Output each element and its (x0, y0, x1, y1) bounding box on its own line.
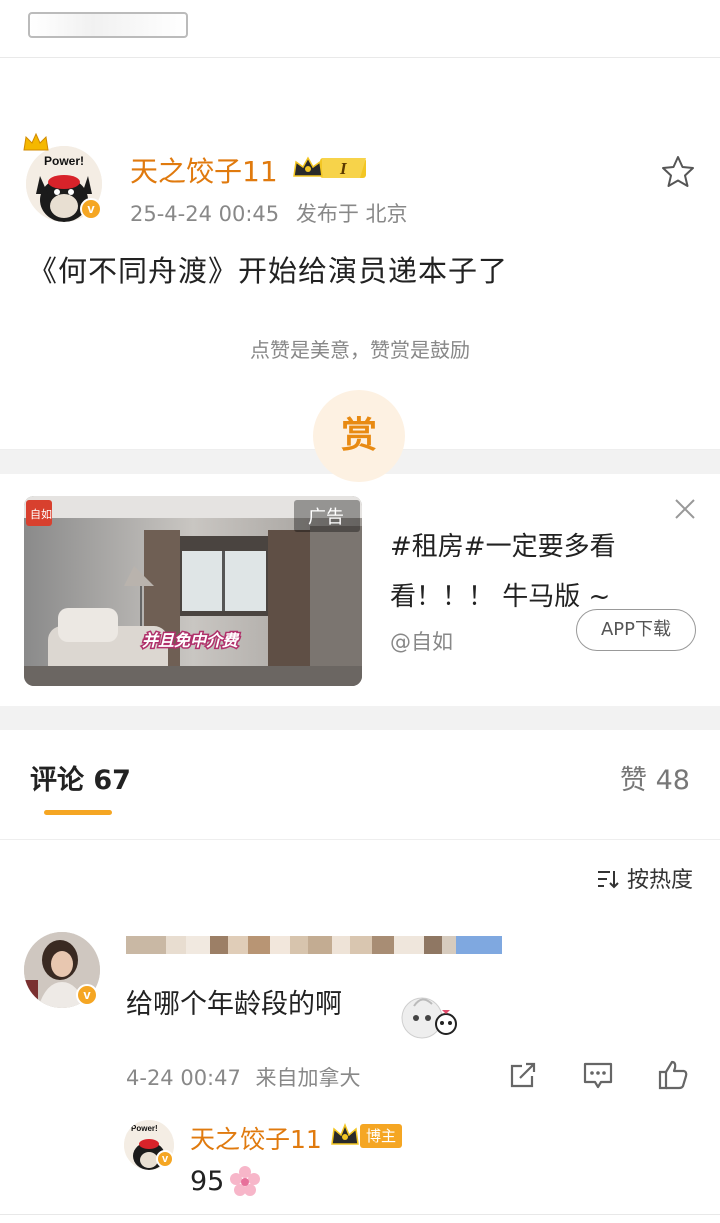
post-meta: 25-4-24 00:45 发布于 北京 (130, 198, 408, 228)
tab-active-indicator (44, 810, 112, 815)
comment-meta: 4-24 00:47 来自加拿大 (126, 1062, 361, 1092)
tab-comments[interactable]: 评论 67 (30, 758, 131, 797)
comment-timestamp: 4-24 00:47 (126, 1066, 241, 1090)
like-icon[interactable] (656, 1058, 690, 1092)
comment-text: 给哪个年龄段的啊 (126, 989, 342, 1020)
ad-title[interactable]: #租房#一定要多看看！！！ 牛马版 ~ (390, 522, 690, 622)
ad-overlay-text: 并且免中介费 (142, 631, 240, 650)
verified-badge: v (80, 198, 102, 220)
reward-hint: 点赞是美意，赞赏是鼓励 (250, 338, 470, 362)
close-icon[interactable] (674, 498, 696, 520)
reply-verified-badge: v (156, 1150, 174, 1168)
comment-icon[interactable] (581, 1058, 615, 1092)
sort-label: 按热度 (627, 868, 694, 893)
ad-thumbnail[interactable]: 自如 广告 并且免中介费 (24, 496, 362, 686)
reply-avatar-caption: Power! (131, 1124, 158, 1133)
author-avatar[interactable]: Power! v (23, 132, 106, 222)
post-card: Power! v 天之饺子11 I 25-4-24 00:45 发布于 北京 《… (0, 58, 720, 482)
reply-text: 95 (190, 1166, 225, 1197)
app-download-button[interactable]: APP下载 (576, 609, 696, 651)
commenter-verified-badge: v (76, 984, 98, 1006)
reward-button[interactable]: 赏 (313, 390, 405, 482)
avatar-caption: Power! (44, 154, 85, 168)
post-text: 《何不同舟渡》开始给演员递本子了 (28, 254, 509, 288)
post-location: 发布于 北京 (295, 202, 408, 226)
commenter-name-pixelated[interactable] (126, 932, 502, 958)
post-timestamp: 25-4-24 00:45 (130, 202, 280, 226)
star-icon[interactable] (660, 154, 696, 190)
tab-likes[interactable]: 赞 48 (620, 758, 690, 797)
section-gap (0, 706, 720, 730)
sort-toggle[interactable]: 按热度 (596, 862, 693, 894)
reply-author-name[interactable]: 天之饺子11 (190, 1120, 322, 1156)
crown-icon (331, 1122, 359, 1145)
flower-icon (230, 1166, 260, 1196)
top-bar (0, 0, 720, 58)
sticker-image (401, 997, 457, 1039)
comment-location: 来自加拿大 (255, 1066, 361, 1090)
share-icon[interactable] (506, 1058, 540, 1092)
ad-source: @自如 (390, 630, 453, 654)
ad-brand-logo: 自如 (30, 507, 52, 521)
top-search-pill[interactable] (28, 12, 188, 38)
level-badge: I (293, 156, 366, 178)
author-badge: 博主 (360, 1124, 403, 1148)
divider (0, 1214, 720, 1215)
crown-icon (23, 132, 49, 151)
ad-card[interactable]: 自如 广告 并且免中介费 #租房#一定要多看看！！！ 牛马版 ~ @自如 APP… (0, 474, 720, 706)
comment-tabs: 评论 67 赞 48 (0, 730, 720, 840)
author-name[interactable]: 天之饺子11 (130, 150, 278, 190)
sort-icon (598, 871, 619, 889)
ad-tag: 广告 (308, 507, 344, 528)
